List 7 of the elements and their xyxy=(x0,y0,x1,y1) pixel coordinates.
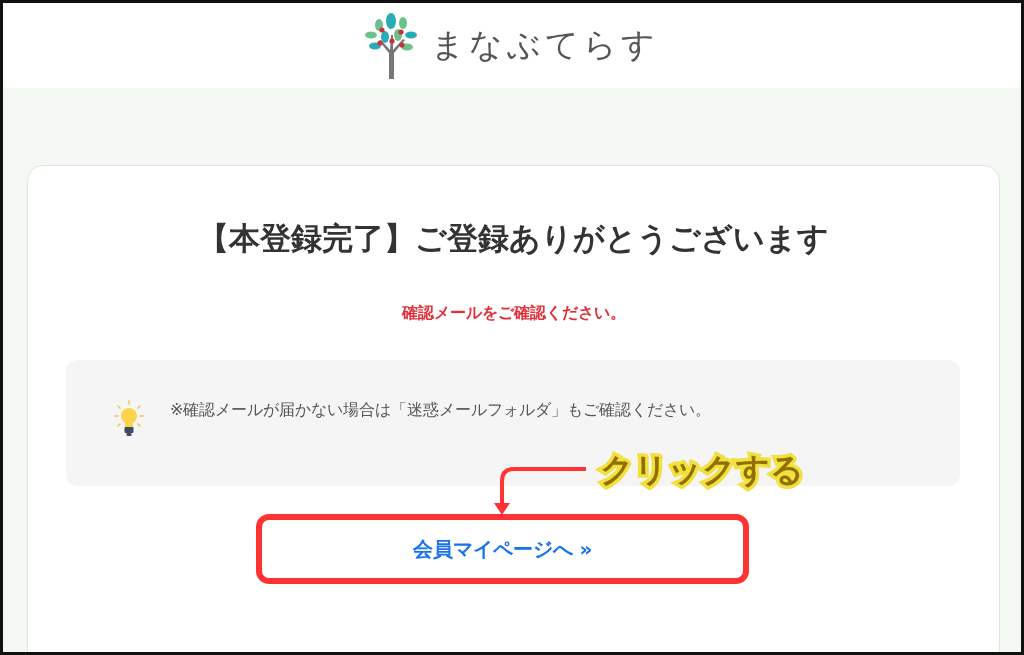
click-annotation: クリックする xyxy=(600,449,804,491)
page-title: 【本登録完了】ご登録ありがとうございます xyxy=(197,219,830,258)
notice-text: 確認メールをご確認ください。 xyxy=(400,303,627,324)
logo-text: まなぶてらす xyxy=(431,24,659,66)
mypage-button[interactable]: 会員マイページへ » xyxy=(256,514,749,584)
tip-text: ※確認メールが届かない場合は「迷惑メールフォルダ」もご確認ください。 xyxy=(170,400,712,421)
tree-logo-icon xyxy=(365,12,417,79)
